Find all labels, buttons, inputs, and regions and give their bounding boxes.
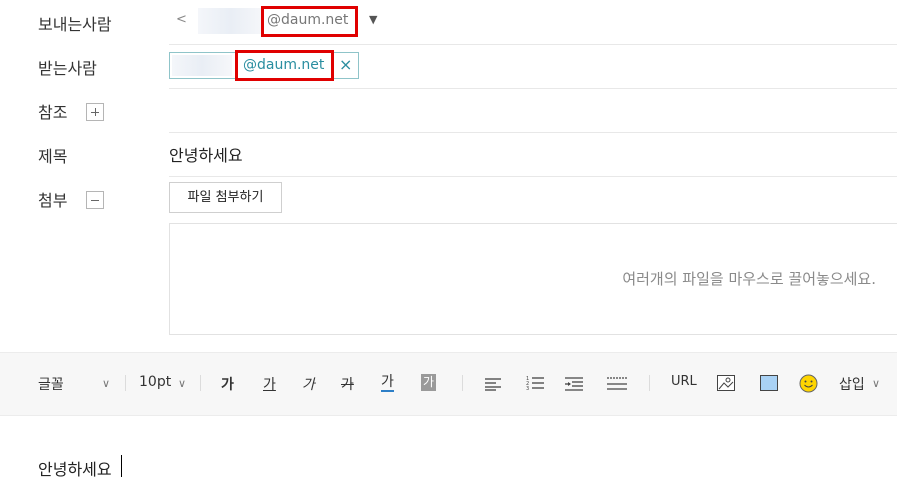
drop-zone-hint: 여러개의 파일을 마우스로 끌어놓으세요.	[622, 270, 876, 288]
font-size-select[interactable]: 10pt	[139, 374, 171, 390]
subject-input[interactable]: 안녕하세요	[169, 142, 243, 166]
sender-label: 보내는사람	[38, 15, 112, 34]
attach-drop-zone[interactable]: 여러개의 파일을 마우스로 끌어놓으세요.	[169, 223, 897, 335]
text-cursor	[121, 455, 122, 477]
align-left-icon[interactable]	[485, 376, 501, 391]
attach-row: 첨부 파일 첨부하기 여러개의 파일을 마우스로 끌어놓으세요.	[0, 176, 897, 346]
emoji-icon[interactable]	[799, 374, 818, 393]
recipient-domain-highlight	[235, 50, 334, 81]
ordered-list-icon[interactable]: 123	[526, 375, 544, 392]
bold-button[interactable]: 가	[221, 374, 234, 394]
editor-toolbar: 글꼴 ∨ 10pt ∨ 가 가 가 가 가 가 123 URL 삽입 ∨	[0, 352, 897, 416]
italic-button[interactable]: 가	[302, 374, 315, 394]
horizontal-line-icon[interactable]	[607, 376, 627, 390]
background-color-button[interactable]: 가	[421, 374, 437, 391]
insert-chevron-icon[interactable]: ∨	[872, 377, 880, 390]
sender-domain-highlight	[261, 6, 358, 37]
editor-body[interactable]: 안녕하세요	[0, 415, 897, 503]
recipient-row: 받는사람 @daum.net ×	[0, 44, 897, 89]
insert-label: 삽입	[839, 377, 865, 393]
sender-email-blurred	[198, 8, 264, 34]
indent-icon[interactable]	[565, 376, 583, 391]
recipient-email-blurred	[172, 55, 232, 76]
insert-menu[interactable]: 삽입	[839, 374, 865, 394]
attach-collapse-minus-icon[interactable]	[86, 191, 104, 209]
divider	[125, 375, 126, 391]
recipient-remove-icon[interactable]: ×	[339, 55, 352, 74]
underline-button[interactable]: 가	[263, 374, 276, 394]
cc-row: 참조	[0, 88, 897, 133]
sender-prefix: <	[176, 12, 187, 27]
cc-label: 참조	[38, 103, 68, 122]
box-icon[interactable]	[760, 375, 778, 391]
sender-dropdown-chevron-icon[interactable]: ▼	[369, 13, 377, 26]
font-size-chevron-icon[interactable]: ∨	[178, 377, 186, 390]
subject-label: 제목	[38, 147, 68, 166]
attach-label: 첨부	[38, 191, 68, 210]
divider	[200, 375, 201, 391]
sender-row: 보내는사람 < @daum.net ▼	[0, 0, 897, 45]
font-size-label: 10pt	[139, 374, 172, 390]
image-icon[interactable]	[717, 375, 735, 391]
body-text: 안녕하세요	[38, 460, 112, 479]
svg-text:3: 3	[526, 386, 529, 391]
url-button[interactable]: URL	[671, 374, 697, 389]
divider	[462, 375, 463, 391]
attach-file-button[interactable]: 파일 첨부하기	[169, 182, 282, 213]
font-family-label: 글꼴	[38, 377, 64, 393]
font-color-button[interactable]: 가	[381, 374, 394, 392]
divider	[649, 375, 650, 391]
strikethrough-button[interactable]: 가	[341, 374, 354, 394]
cc-expand-plus-icon[interactable]	[86, 103, 104, 121]
subject-row: 제목 안녕하세요	[0, 132, 897, 177]
font-family-select[interactable]: 글꼴	[38, 374, 64, 394]
recipient-label: 받는사람	[38, 59, 97, 78]
font-family-chevron-icon[interactable]: ∨	[102, 377, 110, 390]
